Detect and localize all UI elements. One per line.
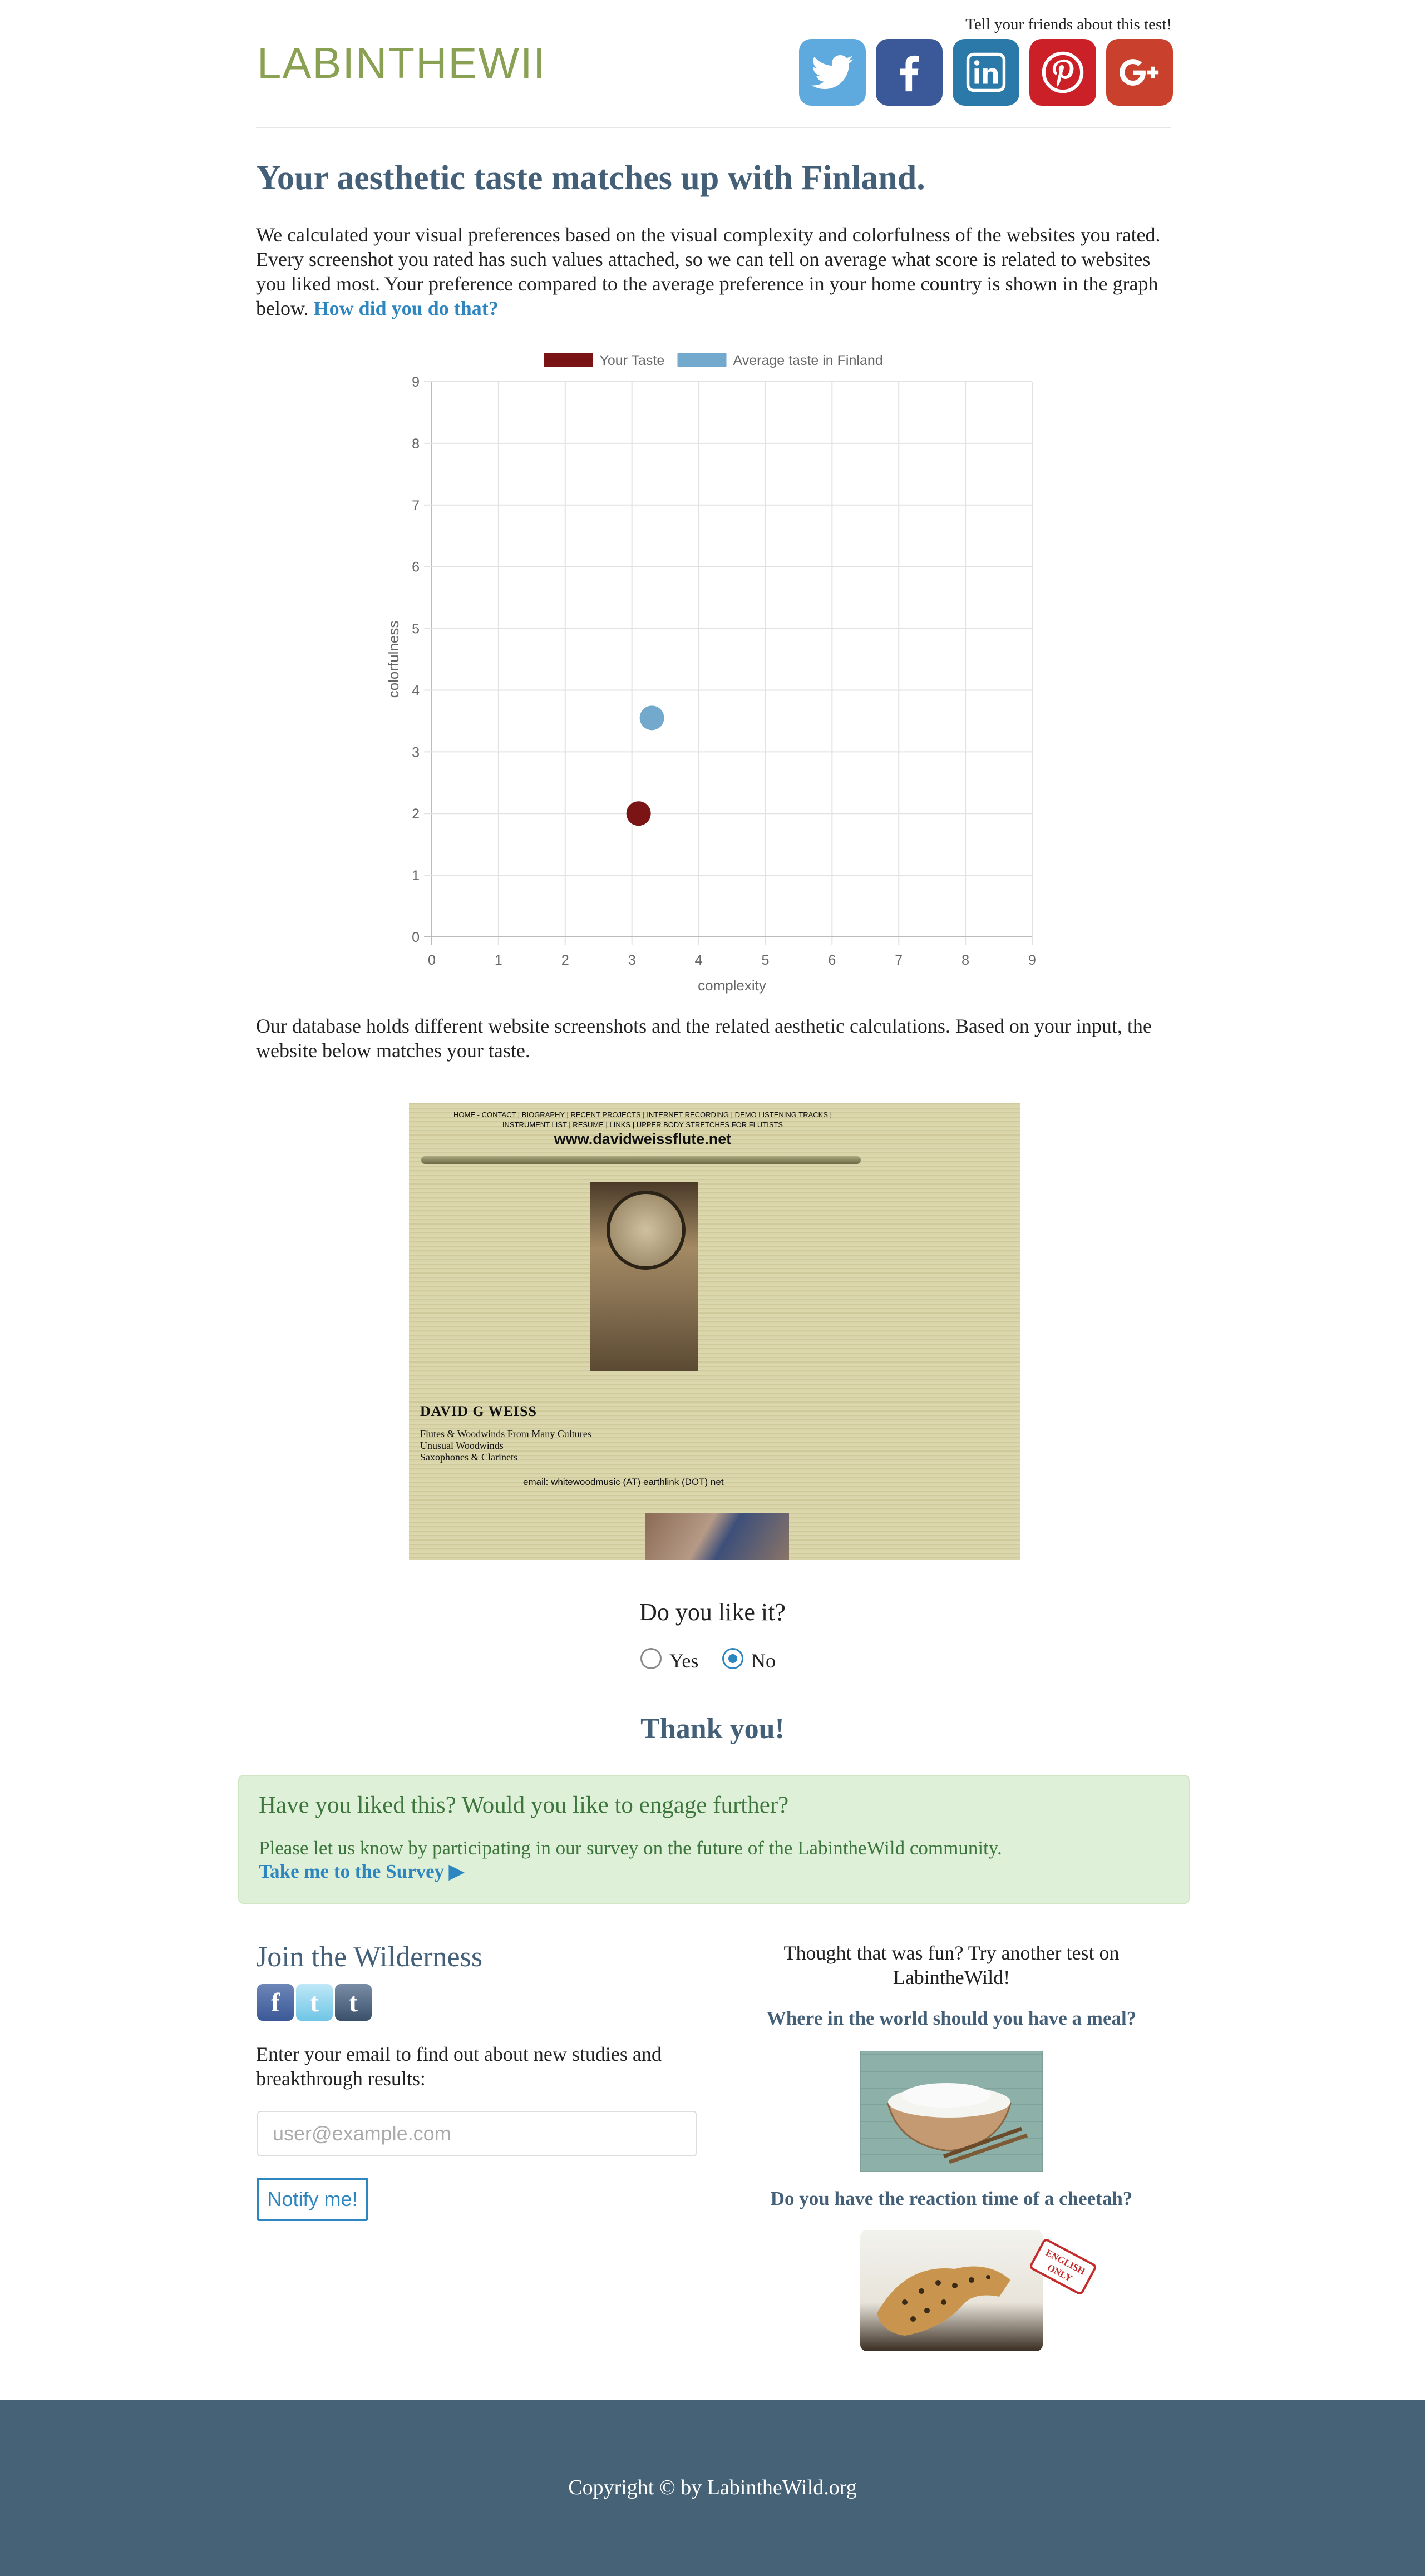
join-tumblr-button[interactable]: t [335, 1984, 372, 2021]
legend-swatch [544, 353, 593, 367]
join-text: Enter your email to find out about new s… [256, 2043, 662, 2090]
website-description: Flutes & Woodwinds From Many Cultures Un… [420, 1428, 591, 1463]
labinthewild-logo[interactable]: LABINTHEWILD [257, 38, 541, 88]
website-screenshot: HOME - CONTACT | BIOGRAPHY | RECENT PROJ… [409, 1103, 1020, 1560]
logo-text: LABINTHEWILD [257, 38, 541, 87]
yes-radio[interactable] [640, 1648, 662, 1669]
website-person-name: DAVID G WEISS [420, 1403, 538, 1419]
y-tick-label: 5 [412, 621, 420, 637]
result-intro: We calculated your visual preferences ba… [256, 223, 1174, 320]
facebook-icon [900, 55, 919, 92]
join-title: Join the Wilderness [256, 1941, 483, 1973]
like-question: Do you like it? [639, 1598, 786, 1626]
legend-swatch [677, 353, 727, 367]
linkedin-share-button[interactable] [953, 39, 1019, 106]
x-tick-label: 3 [628, 953, 636, 968]
survey-text: Please let us know by participating in o… [259, 1837, 1002, 1859]
data-point [626, 801, 651, 826]
survey-title: Have you liked this? Would you like to e… [259, 1792, 789, 1818]
linkedin-icon [966, 52, 1006, 92]
notify-button[interactable]: Notify me! [257, 2178, 368, 2221]
facebook-icon: f [271, 1987, 280, 2017]
clock-icon [607, 1191, 686, 1270]
website-line: Unusual Woodwinds [420, 1440, 504, 1451]
cheetah-test-image[interactable] [860, 2230, 1043, 2351]
chart-axes: 0 1 2 3 4 5 6 7 8 9 0 1 2 3 4 5 6 7 8 9 complexity colorfulne… [385, 374, 1036, 994]
yes-label[interactable]: Yes [669, 1649, 698, 1672]
website-clock-photo [590, 1182, 698, 1371]
meal-test-image[interactable] [860, 2051, 1043, 2172]
legend-label: Your Taste [600, 353, 665, 368]
thank-you-message: Thank you! [640, 1713, 785, 1745]
website-line: Flutes & Woodwinds From Many Cultures [420, 1428, 591, 1439]
y-tick-label: 0 [412, 930, 420, 945]
meal-test-link[interactable]: Where in the world should you have a mea… [740, 2007, 1163, 2030]
website-instrument-photo [645, 1513, 789, 1560]
footer: Copyright © by LabintheWild.org [0, 2400, 1425, 2576]
google-plus-icon [1120, 59, 1159, 86]
y-tick-label: 7 [412, 498, 420, 514]
facebook-share-button[interactable] [876, 39, 943, 106]
website-nav-line-2: INSTRUMENT LIST | RESUME | LINKS | UPPER… [502, 1121, 783, 1129]
english-only-stamp: ENGLISHONLY [1030, 2239, 1096, 2295]
tumblr-icon: t [349, 1987, 358, 2017]
header-divider [256, 127, 1171, 128]
twitter-icon [811, 55, 854, 90]
x-tick-label: 5 [761, 953, 769, 968]
twitter-share-button[interactable] [799, 39, 866, 106]
x-tick-label: 8 [961, 953, 969, 968]
data-point [639, 705, 664, 731]
cheetah-icon [877, 2266, 1010, 2336]
y-tick-label: 9 [412, 374, 420, 390]
y-tick-label: 3 [412, 744, 420, 760]
chart-legend: Your Taste Average taste in Finland [544, 353, 883, 368]
x-tick-label: 2 [561, 953, 569, 968]
x-axis-label: complexity [698, 977, 766, 994]
x-tick-label: 4 [695, 953, 703, 968]
x-tick-label: 6 [828, 953, 836, 968]
cheetah-test-link[interactable]: Do you have the reaction time of a cheet… [740, 2188, 1163, 2210]
y-tick-label: 6 [412, 560, 420, 575]
taste-scatter-chart: Your Taste Average taste in Finland 0 1 2 3 4… [385, 353, 1036, 994]
chart-grid [424, 381, 1033, 945]
pinterest-icon [1042, 51, 1084, 93]
pinterest-share-button[interactable] [1029, 39, 1096, 106]
how-did-you-do-that-link[interactable]: How did you do that? [314, 297, 499, 319]
y-axis-label: colorfulness [385, 621, 402, 698]
website-email: email: whitewoodmusic (AT) earthlink (DO… [523, 1477, 724, 1487]
x-tick-label: 9 [1028, 953, 1036, 968]
x-tick-label: 7 [895, 953, 903, 968]
google-plus-share-button[interactable] [1106, 39, 1173, 106]
more-tests-intro: Thought that was fun? Try another test o… [783, 1942, 1120, 1988]
join-facebook-button[interactable]: f [257, 1984, 294, 2021]
email-field[interactable] [257, 2111, 697, 2156]
no-radio[interactable] [722, 1648, 743, 1669]
y-tick-label: 2 [412, 806, 420, 822]
survey-callout: Have you liked this? Would you like to e… [238, 1775, 1190, 1904]
x-tick-label: 0 [428, 953, 436, 968]
y-tick-label: 8 [412, 436, 420, 452]
website-url: www.davidweissflute.net [554, 1131, 732, 1147]
y-tick-label: 1 [412, 868, 420, 884]
legend-label: Average taste in Finland [733, 353, 883, 368]
copyright: Copyright © by LabintheWild.org [568, 2476, 857, 2499]
x-tick-label: 1 [495, 953, 502, 968]
twitter-icon: t [310, 1987, 319, 2017]
website-line: Saxophones & Clarinets [420, 1452, 517, 1463]
website-rule [421, 1156, 861, 1164]
share-prompt: Tell your friends about this test! [965, 16, 1172, 33]
website-nav-line-1: HOME - CONTACT | BIOGRAPHY | RECENT PROJ… [453, 1111, 832, 1119]
result-headline: Your aesthetic taste matches up with Fin… [256, 159, 925, 197]
no-label[interactable]: No [751, 1649, 776, 1672]
join-twitter-button[interactable]: t [296, 1984, 333, 2021]
survey-link[interactable]: Take me to the Survey ▶ [259, 1861, 464, 1883]
database-text: Our database holds different website scr… [256, 1015, 1152, 1062]
rice-bowl-icon [860, 2051, 1043, 2172]
y-tick-label: 4 [412, 683, 420, 698]
